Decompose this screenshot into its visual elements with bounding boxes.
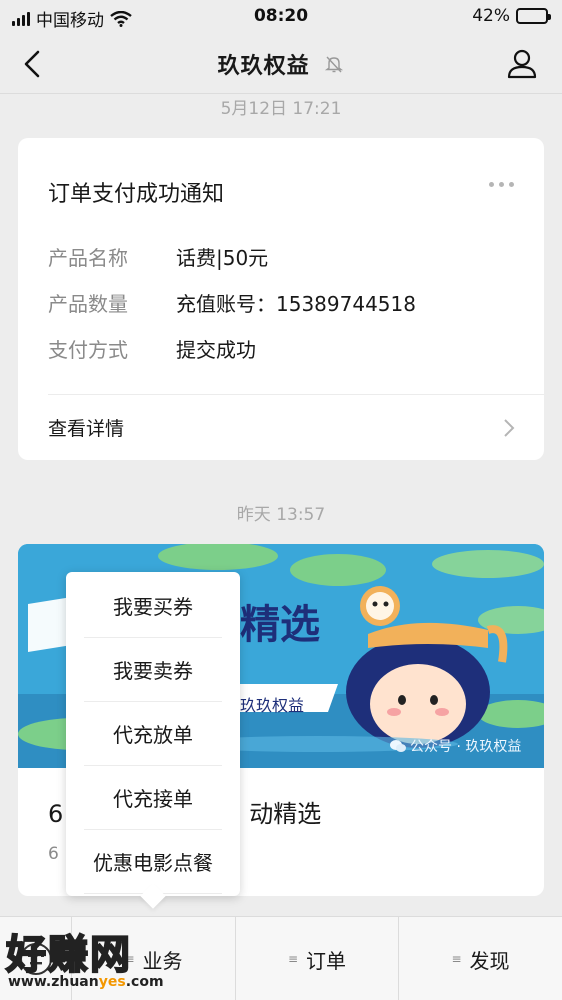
- battery-percent: 42%: [472, 6, 510, 26]
- row-value: 提交成功: [176, 338, 256, 362]
- battery-icon: [516, 8, 551, 24]
- row-key: 产品名称: [48, 246, 128, 270]
- tab-orders[interactable]: ≡ 订单: [236, 917, 399, 1000]
- row-key: 产品数量: [48, 292, 128, 316]
- bottom-menu: ≡ 业务 ≡ 订单 ≡ 发现: [0, 916, 562, 1000]
- message-timestamp: 5月12日 17:21: [220, 99, 342, 119]
- menu-lines-icon: ≡: [124, 952, 135, 966]
- tab-label: 订单: [306, 948, 347, 973]
- nav-bar: 玖玖权益: [0, 34, 562, 94]
- menu-lines-icon: ≡: [287, 952, 299, 966]
- detail-row: 产品名称 话费|50元: [48, 242, 268, 271]
- more-options-icon[interactable]: [489, 182, 514, 187]
- keyboard-toggle[interactable]: [0, 917, 72, 1000]
- menu-item-buy-coupon[interactable]: 我要买券: [84, 574, 222, 638]
- profile-icon[interactable]: [504, 46, 540, 82]
- menu-lines-icon: ≡: [451, 952, 462, 966]
- menu-item-recharge-post[interactable]: 代充放单: [84, 702, 222, 766]
- row-value: 充值账号：15389744518: [176, 292, 416, 316]
- article-title-prefix: 6: [48, 800, 64, 828]
- status-bar: 中国移动 08:20 42%: [0, 0, 562, 34]
- menu-item-sell-coupon[interactable]: 我要卖券: [84, 638, 222, 702]
- detail-row: 产品数量 充值账号：15389744518: [48, 288, 416, 317]
- row-key: 支付方式: [48, 338, 128, 362]
- banner-caption-text: 公众号 · 玖玖权益: [410, 739, 522, 755]
- menu-item-recharge-take[interactable]: 代充接单: [84, 766, 222, 830]
- submenu-popup: 我要买券 我要卖券 代充放单 代充接单 优惠电影点餐: [66, 572, 240, 909]
- article-title-suffix: 动精选: [249, 800, 322, 828]
- tab-label: 业务: [142, 948, 183, 973]
- tab-label: 发现: [469, 948, 510, 973]
- page-title: 玖玖权益: [0, 48, 562, 80]
- card-title: 订单支付成功通知: [48, 182, 225, 207]
- status-right: 42%: [472, 6, 551, 26]
- mute-bell-icon: [325, 56, 344, 73]
- keyboard-icon: [20, 943, 52, 975]
- banner-caption: 公众号 · 玖玖权益: [390, 736, 521, 756]
- view-details-link[interactable]: 查看详情: [48, 414, 124, 441]
- card-divider: [48, 394, 544, 395]
- tab-discover[interactable]: ≡ 发现: [399, 917, 562, 1000]
- order-notification-card[interactable]: 订单支付成功通知 产品名称 话费|50元 产品数量 充值账号：153897445…: [18, 138, 544, 460]
- detail-row: 支付方式 提交成功: [48, 334, 256, 363]
- banner-tag: 玖玖权益: [240, 696, 305, 715]
- article-date: 6: [48, 844, 59, 864]
- account-name: 玖玖权益: [217, 54, 310, 79]
- row-value: 话费|50元: [176, 246, 269, 270]
- wechat-icon: [390, 740, 406, 752]
- message-timestamp: 昨天 13:57: [236, 505, 326, 525]
- tab-business[interactable]: ≡ 业务: [72, 917, 236, 1000]
- chevron-right-icon: [504, 419, 515, 437]
- banner-title: 精选: [240, 602, 320, 648]
